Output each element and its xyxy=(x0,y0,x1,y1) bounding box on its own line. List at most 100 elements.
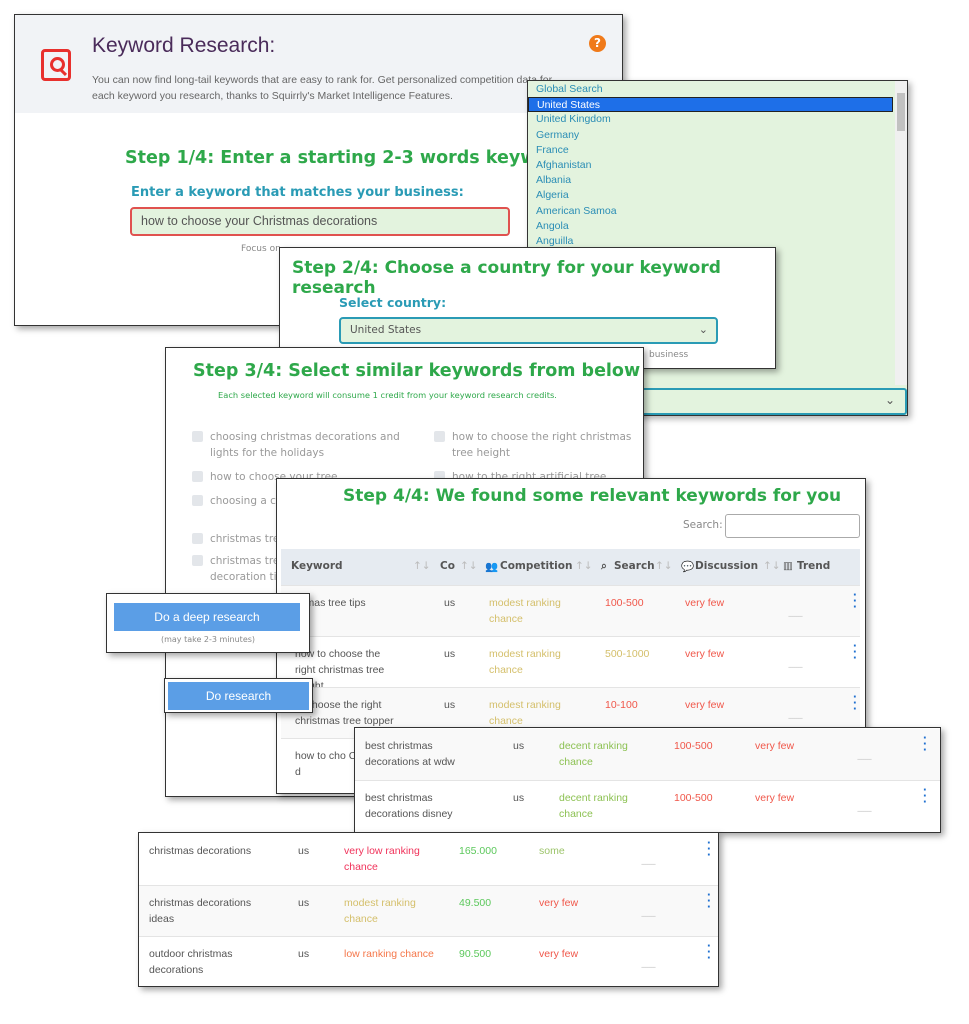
sort-icon[interactable]: ↑↓ xyxy=(413,560,431,572)
page-title: Keyword Research: xyxy=(92,34,276,57)
more-options-icon[interactable]: · · · xyxy=(923,783,927,808)
more-options-icon[interactable]: · · · xyxy=(853,690,857,715)
more-options-icon[interactable]: · · · xyxy=(707,888,711,913)
option-label: how to choose the right christmas tree h… xyxy=(452,431,632,459)
table-row: christmas decorations ideas us modest rank… xyxy=(139,885,718,936)
country-option[interactable]: Algeria xyxy=(528,188,893,203)
step1-heading: Step 1/4: Enter a starting 2-3 words key… xyxy=(125,148,570,168)
trend-sparkline: ------- xyxy=(641,962,656,972)
table-row: how to choose the right christmas tree h… xyxy=(281,636,860,692)
search-input[interactable] xyxy=(725,514,860,538)
cell-discussion: very few xyxy=(685,648,725,660)
keyword-option[interactable]: choosing christmas decorations and light… xyxy=(192,429,412,461)
cell-keyword: best christmas decorations disney xyxy=(365,792,453,820)
country-select[interactable]: United States ⌄ xyxy=(339,317,718,344)
cell-country: us xyxy=(298,897,310,909)
cell-discussion: some xyxy=(539,845,565,857)
country-option[interactable]: American Samoa xyxy=(528,204,893,219)
sort-icon[interactable]: ↑↓ xyxy=(575,560,593,572)
table-row: christmas decorations us very low ranking … xyxy=(139,834,718,885)
country-option[interactable]: Global Search xyxy=(528,82,893,97)
cell-search: 165.000 xyxy=(459,845,497,857)
option-label: christmas tre xyxy=(210,533,280,545)
cell-discussion: very few xyxy=(539,897,579,909)
more-options-icon[interactable]: · · · xyxy=(923,731,927,756)
cell-keyword: outdoor christmas decorations xyxy=(149,948,233,976)
cell-search: 10-100 xyxy=(605,699,638,711)
checkbox[interactable] xyxy=(192,555,203,566)
cell-country: us xyxy=(513,792,525,804)
cell-competition: decent ranking chance xyxy=(559,792,628,820)
sort-icon[interactable]: ↑↓ xyxy=(763,560,781,572)
cell-search: 100-500 xyxy=(605,597,644,609)
chevron-down-icon: ⌄ xyxy=(884,393,895,407)
do-research-box: Do research xyxy=(164,678,313,713)
step3-subtitle: Each selected keyword will consume 1 cre… xyxy=(218,390,557,400)
more-options-icon[interactable]: · · · xyxy=(853,639,857,664)
cell-country: us xyxy=(298,948,310,960)
country-option[interactable]: United States xyxy=(528,97,893,113)
keyword-label: Enter a keyword that matches your busine… xyxy=(131,185,464,200)
cell-country: us xyxy=(298,845,310,857)
more-options-icon[interactable]: · · · xyxy=(707,836,711,861)
option-label: choosing a ch xyxy=(210,495,283,507)
keyword-research-logo-icon xyxy=(41,49,71,81)
trend-sparkline: ------- xyxy=(857,754,872,764)
cell-competition: decent ranking chance xyxy=(559,740,628,768)
page-description: You can now find long-tail keywords that… xyxy=(92,74,553,102)
search-icon: ⌕ xyxy=(601,560,607,572)
cell-competition: very low ranking chance xyxy=(344,845,420,873)
cell-search: 90.500 xyxy=(459,948,492,960)
col-search[interactable]: Search xyxy=(614,560,655,572)
country-option[interactable]: Albania xyxy=(528,173,893,188)
cell-discussion: very few xyxy=(685,597,725,609)
col-keyword[interactable]: Keyword xyxy=(291,560,343,572)
users-icon: 👥 xyxy=(485,561,499,573)
trend-sparkline: ------- xyxy=(788,662,803,672)
country-option[interactable]: Germany xyxy=(528,128,893,143)
trend-sparkline: ------- xyxy=(788,713,803,723)
cell-competition: low ranking chance xyxy=(344,948,434,960)
col-trend: Trend xyxy=(797,560,831,572)
trend-sparkline: ------- xyxy=(641,911,656,921)
checkbox[interactable] xyxy=(192,471,203,482)
cell-discussion: very few xyxy=(755,792,795,804)
checkbox[interactable] xyxy=(192,495,203,506)
col-competition[interactable]: Competition xyxy=(500,560,572,572)
deep-research-button[interactable]: Do a deep research xyxy=(114,603,300,631)
trend-sparkline: ------- xyxy=(857,806,872,816)
more-options-icon[interactable]: · · · xyxy=(853,588,857,613)
cell-country: us xyxy=(513,740,525,752)
deep-research-note: (may take 2-3 minutes) xyxy=(160,635,256,644)
do-research-button[interactable]: Do research xyxy=(168,682,309,710)
option-label: christmas tre decoration tip xyxy=(210,555,284,583)
checkbox[interactable] xyxy=(192,533,203,544)
country-option[interactable]: Angola xyxy=(528,219,893,234)
cell-search: 49.500 xyxy=(459,897,492,909)
cell-search: 100-500 xyxy=(674,792,713,804)
sort-icon[interactable]: ↑↓ xyxy=(655,560,673,572)
checkbox[interactable] xyxy=(192,431,203,442)
question-circle-icon[interactable]: ? xyxy=(589,35,606,52)
checkbox[interactable] xyxy=(434,431,445,442)
country-option[interactable]: France xyxy=(528,143,893,158)
cell-search: 100-500 xyxy=(674,740,713,752)
keyword-input[interactable]: how to choose your Christmas decorations xyxy=(130,207,510,236)
table-header: Keyword ↑↓ Co ↑↓ 👥 Competition ↑↓ ⌕ Search ↑↓ … xyxy=(281,549,860,585)
trend-sparkline: ------- xyxy=(788,611,803,621)
keyword-option[interactable]: how to choose the right christmas tree h… xyxy=(434,429,634,461)
country-option[interactable]: United Kingdom xyxy=(528,112,893,127)
col-country[interactable]: Co xyxy=(440,560,455,572)
cell-search: 500-1000 xyxy=(605,648,650,660)
col-discussion[interactable]: Discussion xyxy=(695,560,758,572)
cell-discussion: very few xyxy=(755,740,795,752)
results-panel-b: best christmas decorations at wdw us decen… xyxy=(354,727,941,833)
country-option[interactable]: Afghanistan xyxy=(528,158,893,173)
more-options-icon[interactable]: · · · xyxy=(707,939,711,964)
sort-icon[interactable]: ↑↓ xyxy=(460,560,478,572)
step4-heading: Step 4/4: We found some relevant keyword… xyxy=(343,486,842,506)
cell-discussion: very few xyxy=(539,948,579,960)
search-label: Search: xyxy=(683,519,723,531)
dropdown-scrollbar[interactable] xyxy=(895,81,907,385)
chevron-down-icon: ⌄ xyxy=(698,323,708,336)
